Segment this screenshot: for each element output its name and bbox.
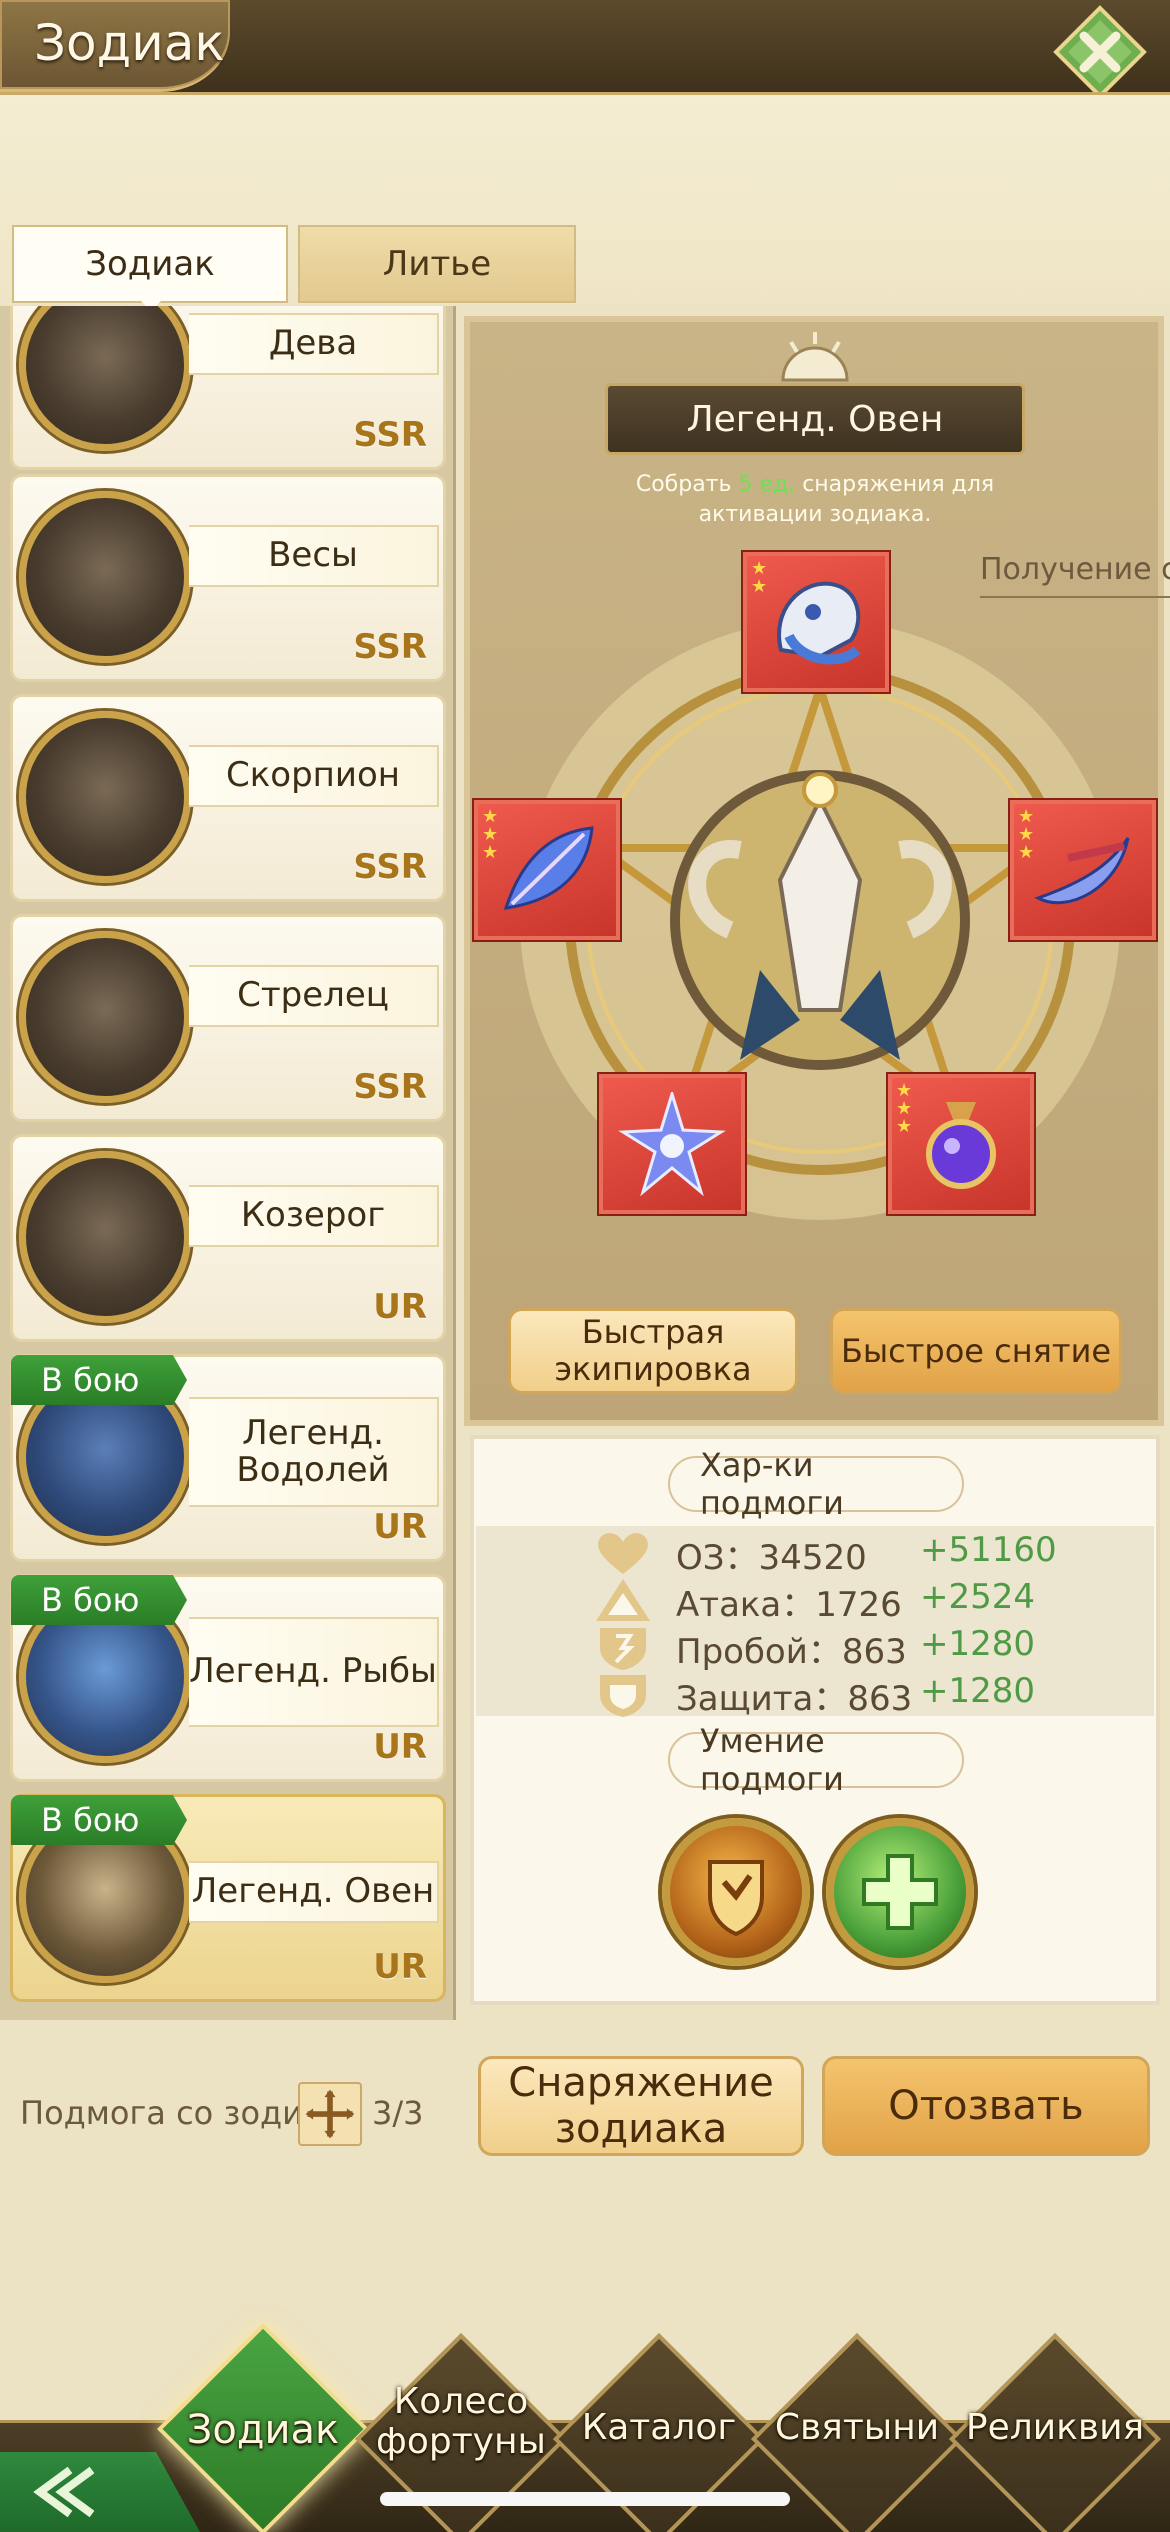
collect-hint-prefix: Собрать bbox=[635, 472, 732, 497]
zodiac-card-name: Легенд. Рыбы bbox=[189, 1617, 439, 1727]
zodiac-card-rarity: UR bbox=[373, 1947, 427, 1987]
zodiac-card-rarity: UR bbox=[373, 1507, 427, 1547]
nav-label-shrines[interactable]: Святыни bbox=[757, 2408, 957, 2448]
in-battle-badge: В бою bbox=[11, 1795, 187, 1845]
zodiac-card-pisces[interactable]: В бою Легенд. Рыбы UR bbox=[10, 1574, 446, 1782]
zodiac-card-name: Козерог bbox=[189, 1185, 439, 1247]
pierce-icon bbox=[600, 1628, 646, 1670]
horn-helmet-icon bbox=[777, 581, 861, 665]
stat-label: Атака：1726 bbox=[676, 1585, 902, 1625]
zodiac-card-rarity: UR bbox=[373, 1287, 427, 1327]
skill-heal-icon[interactable] bbox=[826, 1818, 974, 1966]
scythe-blade-icon bbox=[1034, 837, 1130, 905]
zodiac-card-scorpio[interactable]: Скорпион SSR bbox=[10, 694, 446, 902]
virgo-emblem-icon bbox=[19, 306, 191, 451]
equipment-slot-bottom-left[interactable] bbox=[599, 1074, 745, 1214]
support-count: 3/3 bbox=[372, 2094, 424, 2132]
tab-casting[interactable]: Литье bbox=[298, 225, 576, 303]
stat-label: Пробой：863 bbox=[676, 1632, 907, 1672]
close-icon[interactable] bbox=[1052, 4, 1148, 100]
heart-icon bbox=[598, 1533, 648, 1574]
stat-bonus: +2524 bbox=[920, 1577, 1036, 1617]
collect-hint-count: 5 ед. bbox=[738, 472, 796, 497]
zodiac-equipment-button[interactable]: Снаряжение зодиака bbox=[478, 2056, 804, 2156]
crystal-star-icon bbox=[618, 1092, 726, 1196]
skill-shield-icon[interactable] bbox=[662, 1818, 810, 1966]
defense-icon bbox=[600, 1675, 646, 1717]
top-bar: Зодиак bbox=[0, 0, 1170, 99]
equipment-slot-bottom-right[interactable]: ★ ★ ★ bbox=[888, 1074, 1034, 1214]
stat-label: Защита：863 bbox=[676, 1679, 913, 1719]
zodiac-card-name: Легенд. Водолей bbox=[189, 1397, 439, 1507]
equipment-slot-right[interactable]: ★ ★ ★ bbox=[1010, 800, 1156, 940]
collect-hint: Собрать 5 ед. снаряжения для активации з… bbox=[585, 470, 1045, 529]
amulet-icon bbox=[926, 1102, 996, 1189]
stat-bonus: +51160 bbox=[920, 1530, 1057, 1570]
zodiac-card-name: Скорпион bbox=[189, 745, 439, 807]
zodiac-list[interactable]: Дева SSR Весы SSR Скорпион SSR Стрелец S… bbox=[0, 306, 456, 2020]
zodiac-card-name: Легенд. Овен bbox=[189, 1861, 439, 1923]
tab-zodiac[interactable]: Зодиак bbox=[12, 225, 288, 303]
zodiac-card-capricorn[interactable]: Козерог UR bbox=[10, 1134, 446, 1342]
sun-crest-icon bbox=[781, 332, 849, 382]
support-skill-title: Умение подмоги bbox=[668, 1722, 964, 1798]
in-battle-badge: В бою bbox=[11, 1575, 187, 1625]
nav-label-wheel[interactable]: Колесо фортуны bbox=[361, 2382, 561, 2461]
support-label: Подмога со зодиа bbox=[20, 2094, 323, 2132]
zodiac-card-aries[interactable]: В бою Легенд. Овен UR bbox=[10, 1794, 446, 2002]
stat-label: ОЗ：34520 bbox=[676, 1538, 867, 1578]
zodiac-card-rarity: SSR bbox=[353, 415, 427, 455]
sagittarius-emblem-icon bbox=[19, 931, 191, 1103]
capricorn-emblem-icon bbox=[19, 1151, 191, 1323]
zodiac-card-name: Стрелец bbox=[189, 965, 439, 1027]
zodiac-card-aquarius[interactable]: В бою Легенд. Водолей UR bbox=[10, 1354, 446, 1562]
equipment-slot-left[interactable]: ★ ★ ★ bbox=[474, 800, 620, 940]
zodiac-card-rarity: SSR bbox=[353, 627, 427, 667]
equipment-slot-top[interactable]: ★ ★ bbox=[743, 552, 889, 692]
in-battle-badge: В бою bbox=[11, 1355, 187, 1405]
nav-label-relic[interactable]: Реликвия bbox=[955, 2408, 1155, 2448]
zodiac-card-rarity: UR bbox=[373, 1727, 427, 1767]
zodiac-card-sagittarius[interactable]: Стрелец SSR bbox=[10, 914, 446, 1122]
stat-bonus: +1280 bbox=[920, 1671, 1036, 1711]
zodiac-card-libra[interactable]: Весы SSR bbox=[10, 474, 446, 682]
support-stats-title: Хар-ки подмоги bbox=[668, 1446, 964, 1522]
recall-button[interactable]: Отозвать bbox=[822, 2056, 1150, 2156]
nav-label-zodiac[interactable]: Зодиак bbox=[163, 2408, 363, 2452]
zodiac-card-name: Дева bbox=[189, 313, 439, 375]
stat-bonus: +1280 bbox=[920, 1624, 1036, 1664]
nav-label-catalog[interactable]: Каталог bbox=[559, 2408, 759, 2448]
zodiac-name-plate: Легенд. Овен bbox=[605, 383, 1025, 455]
title-plate: Зодиак bbox=[0, 0, 230, 92]
attack-icon bbox=[596, 1579, 650, 1621]
zodiac-card-rarity: SSR bbox=[353, 847, 427, 887]
zodiac-card-name: Весы bbox=[189, 525, 439, 587]
zodiac-card-virgo[interactable]: Дева SSR bbox=[10, 306, 446, 470]
quick-equip-button[interactable]: Быстрая экипировка bbox=[508, 1308, 798, 1394]
libra-emblem-icon bbox=[19, 491, 191, 663]
page-title: Зодиак bbox=[34, 14, 225, 72]
feather-icon bbox=[503, 826, 594, 910]
support-plus-icon[interactable] bbox=[298, 2082, 362, 2146]
scorpio-emblem-icon bbox=[19, 711, 191, 883]
home-indicator bbox=[380, 2492, 790, 2506]
quick-remove-button[interactable]: Быстрое снятие bbox=[830, 1308, 1122, 1394]
zodiac-card-rarity: SSR bbox=[353, 1067, 427, 1107]
